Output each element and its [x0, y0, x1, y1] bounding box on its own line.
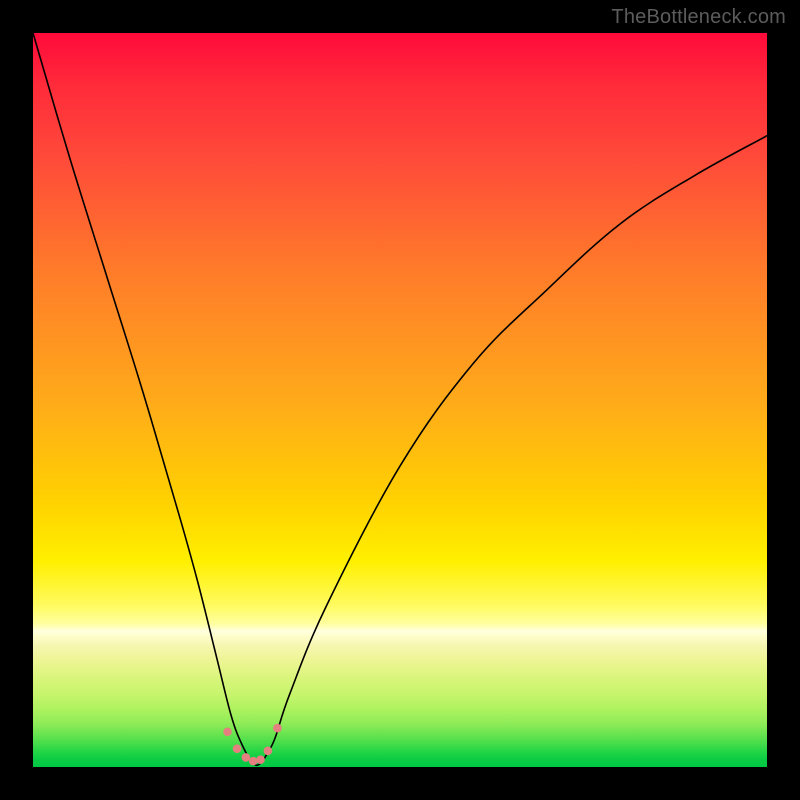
curve-marker: [233, 744, 242, 753]
plot-area: [33, 33, 767, 767]
curve-marker: [249, 757, 258, 766]
curve-marker: [223, 727, 232, 736]
curve-marker: [242, 753, 251, 762]
curve-svg: [33, 33, 767, 767]
curve-marker: [264, 747, 273, 756]
chart-frame: TheBottleneck.com: [0, 0, 800, 800]
watermark-text: TheBottleneck.com: [611, 6, 786, 29]
bottleneck-curve: [33, 33, 767, 765]
curve-marker: [256, 755, 265, 764]
curve-marker: [273, 724, 282, 733]
